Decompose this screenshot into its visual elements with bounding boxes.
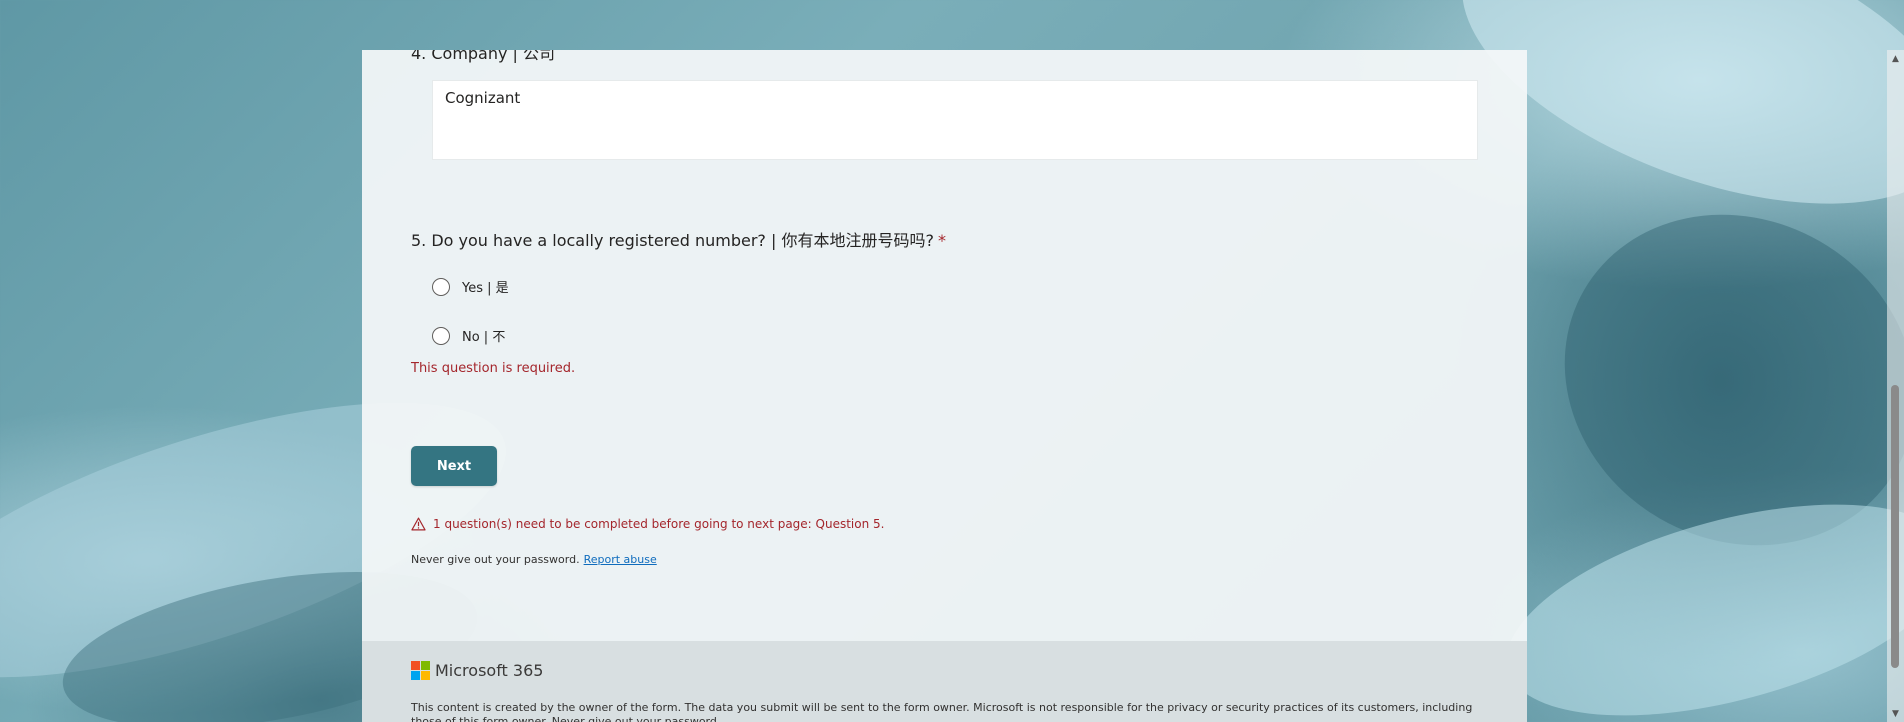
required-error-message: This question is required. xyxy=(411,361,576,376)
company-answer-field[interactable]: Cognizant xyxy=(432,80,1478,160)
brand-name: Microsoft 365 xyxy=(435,661,544,680)
question-4-title: 4. Company | 公司 xyxy=(411,50,556,63)
radio-yes[interactable] xyxy=(432,277,450,296)
scroll-down-arrow-icon[interactable]: ▼ xyxy=(1887,705,1904,722)
error-banner-text: 1 question(s) need to be completed befor… xyxy=(433,517,885,531)
form-card: 4. Company | 公司 Cognizant 5. Do you have… xyxy=(362,50,1527,722)
option-no-label: No | 不 xyxy=(462,330,506,345)
question-5-text: 5. Do you have a locally registered numb… xyxy=(411,231,934,250)
brand-footer: Microsoft 365 This content is created by… xyxy=(362,641,1527,722)
scroll-up-arrow-icon[interactable]: ▲ xyxy=(1887,50,1904,67)
wallpaper-ribbon xyxy=(1504,151,1904,609)
microsoft-logo-icon xyxy=(411,661,430,680)
password-note: Never give out your password. Report abus… xyxy=(411,553,657,566)
option-yes-label: Yes | 是 xyxy=(462,281,509,296)
radio-no[interactable] xyxy=(432,326,450,345)
question-5: 5. Do you have a locally registered numb… xyxy=(411,230,1471,376)
report-abuse-link[interactable]: Report abuse xyxy=(584,553,657,566)
required-star: * xyxy=(937,231,946,250)
vertical-scrollbar[interactable]: ▲ ▼ xyxy=(1887,50,1904,722)
question-5-title: 5. Do you have a locally registered numb… xyxy=(411,230,1471,252)
password-note-text: Never give out your password. xyxy=(411,553,580,566)
wallpaper-ribbon xyxy=(1484,463,1904,722)
warning-triangle-icon xyxy=(411,517,426,531)
next-button[interactable]: Next xyxy=(411,446,497,486)
error-banner: 1 question(s) need to be completed befor… xyxy=(411,517,884,531)
microsoft-365-brand: Microsoft 365 xyxy=(411,661,543,680)
option-yes[interactable]: Yes | 是 xyxy=(432,277,509,296)
option-no[interactable]: No | 不 xyxy=(432,326,505,345)
disclaimer-text: This content is created by the owner of … xyxy=(411,701,1473,722)
scroll-thumb[interactable] xyxy=(1891,385,1899,668)
